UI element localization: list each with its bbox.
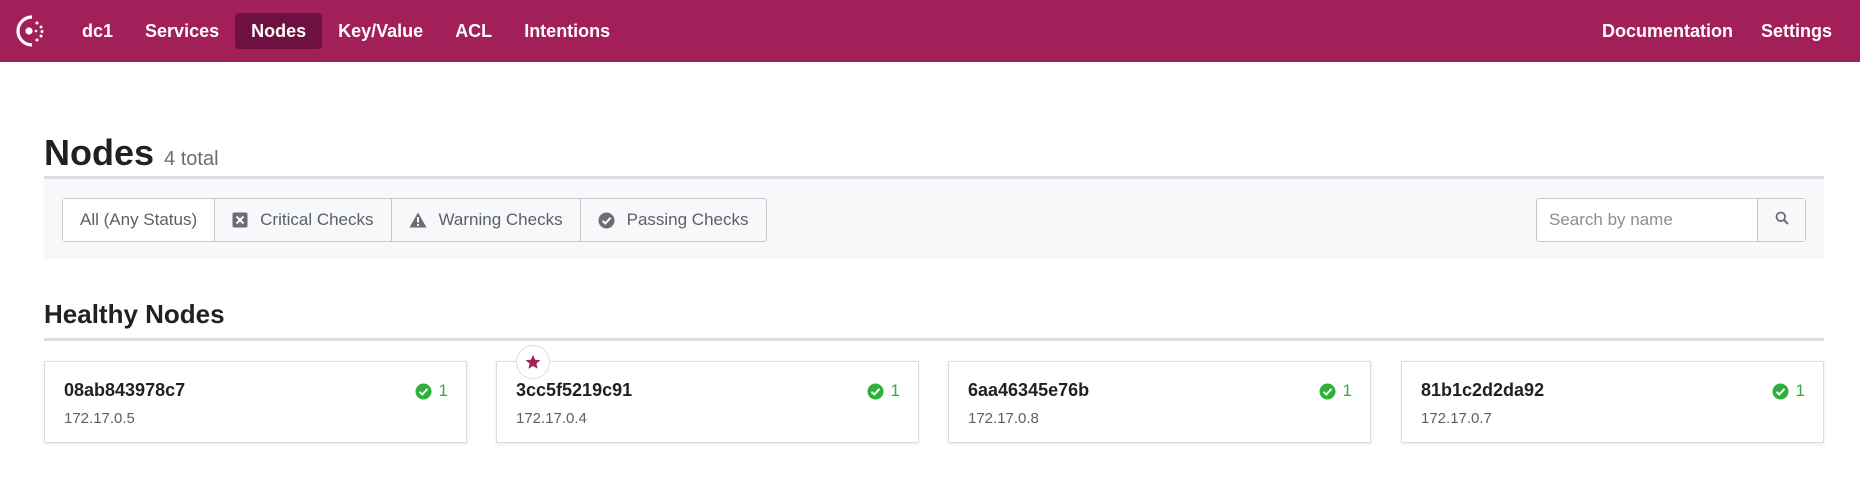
passing-check-icon (598, 212, 615, 229)
node-health-status: 1 (1772, 381, 1805, 401)
filter-warning-label: Warning Checks (438, 210, 563, 229)
consul-logo-icon[interactable] (14, 13, 50, 49)
search-button[interactable] (1757, 199, 1805, 241)
node-name: 08ab843978c7 (64, 380, 186, 400)
node-health-status: 1 (415, 381, 448, 401)
node-address: 172.17.0.8 (968, 410, 1039, 427)
filter-passing-button[interactable]: Passing Checks (579, 199, 766, 241)
top-nav-bar: dc1 Services Nodes Key/Value ACL Intenti… (0, 0, 1860, 62)
filter-all-label: All (Any Status) (80, 210, 198, 229)
node-health-status: 1 (867, 381, 900, 401)
passing-check-count: 1 (1795, 381, 1805, 400)
passing-check-icon (415, 383, 432, 400)
nav-item-key-value[interactable]: Key/Value (322, 13, 439, 49)
nav-item-documentation[interactable]: Documentation (1588, 13, 1747, 49)
filter-warning-button[interactable]: Warning Checks (390, 199, 580, 241)
filter-passing-label: Passing Checks (626, 210, 749, 229)
filter-bar: All (Any Status) Critical Checks Warning… (44, 179, 1824, 259)
search-input[interactable] (1537, 199, 1757, 241)
section-divider (44, 338, 1824, 341)
section-title-healthy-nodes: Healthy Nodes (44, 299, 225, 329)
nav-item-nodes[interactable]: Nodes (235, 13, 323, 49)
datacenter-selector[interactable]: dc1 (66, 13, 129, 49)
search-box (1536, 198, 1806, 242)
node-health-status: 1 (1319, 381, 1352, 401)
node-card[interactable]: 81b1c2d2da92 172.17.0.7 1 (1401, 361, 1824, 443)
page-title: Nodes (44, 132, 155, 173)
node-card[interactable]: 3cc5f5219c91 172.17.0.4 1 (496, 345, 919, 443)
node-name: 3cc5f5219c91 (516, 380, 633, 400)
nav-item-services[interactable]: Services (129, 13, 235, 49)
warning-triangle-icon (409, 212, 427, 228)
node-card[interactable]: 6aa46345e76b 172.17.0.8 1 (948, 361, 1371, 443)
nav-item-settings[interactable]: Settings (1747, 13, 1846, 49)
node-address: 172.17.0.5 (64, 410, 135, 427)
passing-check-icon (867, 383, 884, 400)
node-card[interactable]: 08ab843978c7 172.17.0.5 1 (44, 361, 467, 443)
status-filter-group: All (Any Status) Critical Checks Warning… (62, 198, 767, 242)
node-name: 6aa46345e76b (968, 380, 1090, 400)
nav-item-acl[interactable]: ACL (439, 13, 508, 49)
node-card-list: 08ab843978c7 172.17.0.5 1 3cc5f5219c91 1… (44, 345, 1824, 443)
node-name: 81b1c2d2da92 (1421, 380, 1545, 400)
filter-critical-label: Critical Checks (260, 210, 374, 229)
node-address: 172.17.0.4 (516, 410, 587, 427)
passing-check-count: 1 (890, 381, 900, 400)
node-address: 172.17.0.7 (1421, 410, 1492, 427)
search-icon (1775, 211, 1789, 230)
nav-item-intentions[interactable]: Intentions (508, 13, 626, 49)
passing-check-count: 1 (438, 381, 448, 400)
passing-check-icon (1772, 383, 1789, 400)
filter-critical-button[interactable]: Critical Checks (214, 199, 390, 241)
leader-star-icon (516, 345, 550, 379)
critical-x-icon (232, 212, 248, 228)
passing-check-count: 1 (1342, 381, 1352, 400)
passing-check-icon (1319, 383, 1336, 400)
total-count: 4 total (164, 148, 219, 170)
filter-all-status-button[interactable]: All (Any Status) (63, 199, 215, 241)
page-header: Nodes 4 total (44, 132, 219, 174)
